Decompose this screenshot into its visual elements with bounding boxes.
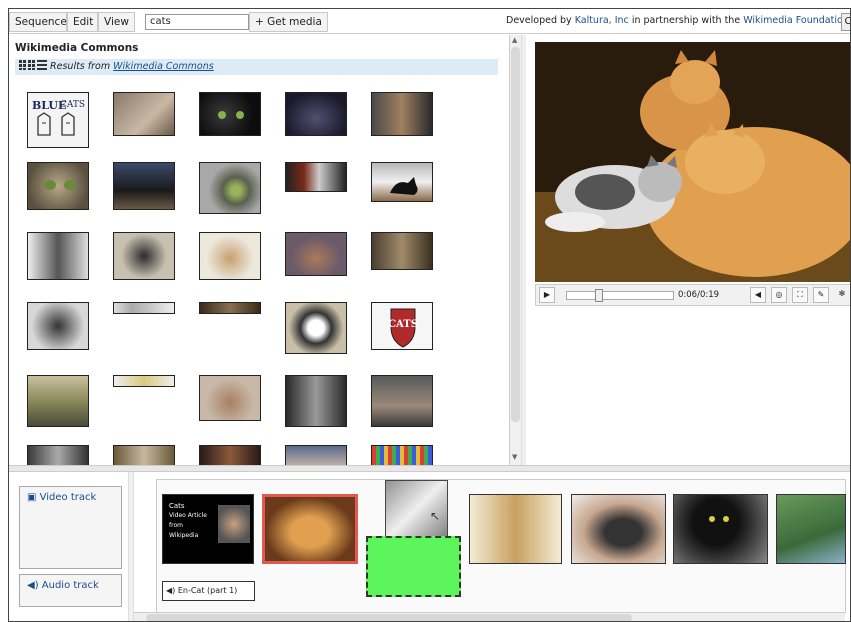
sequencer-window: Sequence Edit View cats + Get media Deve… xyxy=(8,8,851,622)
volume-icon[interactable]: ◀ xyxy=(750,287,766,303)
thumbnail-cat-12[interactable] xyxy=(199,232,261,280)
scroll-up-icon[interactable]: ▲ xyxy=(512,36,517,44)
thumbnail-cat-19[interactable] xyxy=(27,375,89,427)
audio-clip-label: En-Cat (part 1) xyxy=(177,586,238,595)
timeline-scroll-thumb[interactable] xyxy=(146,614,632,621)
fullscreen-icon[interactable]: ⛶ xyxy=(792,287,808,303)
settings-wrench-icon[interactable]: ✎ xyxy=(813,287,829,303)
thumbnail-cat-8[interactable] xyxy=(285,162,347,192)
player-controls: ▶ 0:06/0:19 ◀ ◎ ⛶ ✎ ✻ xyxy=(535,284,850,306)
track-divider[interactable] xyxy=(128,472,134,621)
video-track-icon: ▣ xyxy=(27,492,37,503)
thumbnail-cat-17[interactable] xyxy=(199,302,261,314)
thumbnail-cat-23[interactable] xyxy=(371,375,433,427)
thumbnail-cat-5[interactable] xyxy=(27,162,89,210)
clip-cat-drawing[interactable] xyxy=(469,494,562,564)
vertical-splitter[interactable] xyxy=(521,35,526,465)
title-card-line-3: Wikipedia xyxy=(169,532,199,539)
clip-title-card[interactable]: Cats Video Article from Wikipedia xyxy=(162,494,254,564)
thumbnail-cat-21[interactable] xyxy=(199,375,261,421)
edit-menu[interactable]: Edit xyxy=(67,12,98,32)
thumbnail-cats-logo[interactable]: CATS xyxy=(371,302,433,350)
horizontal-splitter[interactable] xyxy=(9,465,850,472)
svg-text:CATS: CATS xyxy=(60,100,85,110)
subtitles-icon[interactable]: ◎ xyxy=(771,287,787,303)
thumbnail-cat-6[interactable] xyxy=(113,162,175,210)
thumbnail-cat-1[interactable] xyxy=(113,92,175,136)
seek-handle[interactable] xyxy=(595,289,603,302)
thumbnail-cat-27[interactable] xyxy=(285,445,347,465)
scroll-down-icon[interactable]: ▼ xyxy=(512,453,517,461)
svg-text:CATS: CATS xyxy=(388,319,418,330)
thumbnail-cat-10[interactable] xyxy=(27,232,89,280)
thumbnail-cat-13[interactable] xyxy=(285,232,347,276)
thumbnail-cat-20[interactable] xyxy=(113,375,175,387)
audio-track-label[interactable]: ◀) Audio track xyxy=(19,574,122,607)
audio-track-text: Audio track xyxy=(41,580,99,591)
credit-prefix: Developed by xyxy=(506,15,572,26)
top-toolbar: Sequence Edit View cats + Get media Deve… xyxy=(9,9,850,34)
time-display: 0:06/0:19 xyxy=(678,290,720,300)
title-card-text: Cats Video Article from Wikipedia xyxy=(169,501,219,541)
get-media-button[interactable]: + Get media xyxy=(249,12,328,32)
library-scroll-thumb[interactable] xyxy=(511,47,520,422)
thumbnail-cat-25[interactable] xyxy=(113,445,175,465)
clip-black-cat[interactable] xyxy=(673,494,768,564)
play-button[interactable]: ▶ xyxy=(539,287,555,303)
options-icon[interactable]: ✻ xyxy=(834,287,850,303)
title-card-line-1: Cats xyxy=(169,502,185,510)
title-card-line-2: Video Article from xyxy=(169,512,207,529)
developer-credit: Developed by Kaltura, Inc in partnership… xyxy=(506,15,849,26)
thumbnail-cat-18[interactable] xyxy=(285,302,347,354)
results-bar: Results from Wikimedia Commons xyxy=(15,59,498,75)
kaltura-link[interactable]: Kaltura, Inc xyxy=(575,15,629,26)
thumbnail-cat-4[interactable] xyxy=(371,92,433,136)
video-track-label[interactable]: ▣ Video track xyxy=(19,486,122,569)
clip-garden[interactable] xyxy=(776,494,846,564)
sequence-menu[interactable]: Sequence xyxy=(9,12,67,32)
media-search-input[interactable]: cats xyxy=(145,14,249,30)
thumbnail-cat-7[interactable] xyxy=(199,162,261,214)
results-prefix: Results from xyxy=(50,61,111,72)
thumbnail-cat-16[interactable] xyxy=(113,302,175,314)
clip-selected-kittens[interactable] xyxy=(262,494,358,564)
title-card-cat-image xyxy=(218,505,250,543)
audio-track-icon: ◀) xyxy=(27,580,39,591)
video-frame xyxy=(535,42,850,282)
seek-bar[interactable] xyxy=(566,289,674,302)
thumbnail-blue-cats[interactable]: BLUE CATS xyxy=(27,92,89,148)
video-player[interactable] xyxy=(535,42,850,282)
view-menu[interactable]: View xyxy=(98,12,135,32)
audio-clip[interactable]: ◀) En-Cat (part 1) xyxy=(162,581,255,601)
thumbnail-cat-9[interactable] xyxy=(371,162,433,202)
layout-toggle-icon[interactable] xyxy=(19,60,47,70)
clip-kitten-hand[interactable] xyxy=(571,494,666,564)
thumbnail-cat-28[interactable] xyxy=(371,445,433,465)
thumbnail-cat-26[interactable] xyxy=(199,445,261,465)
drop-target[interactable] xyxy=(366,536,461,597)
thumbnail-cat-22[interactable] xyxy=(285,375,347,427)
thumbnail-cat-3[interactable] xyxy=(285,92,347,136)
drag-cursor-icon: ↖ xyxy=(430,509,441,523)
timeline-scrollbar[interactable] xyxy=(134,612,845,621)
thumbnail-cat-11[interactable] xyxy=(113,232,175,280)
clip-dragging[interactable]: ↖ xyxy=(385,480,448,537)
thumbnail-cat-15[interactable] xyxy=(27,302,89,350)
audio-clip-icon: ◀) xyxy=(166,586,176,595)
thumbnail-cat-2[interactable] xyxy=(199,92,261,136)
credit-middle: in partnership with the xyxy=(631,15,741,26)
corner-button[interactable]: C xyxy=(841,13,850,31)
library-scrollbar[interactable]: ▲ ▼ xyxy=(509,35,521,465)
thumbnail-cat-24[interactable] xyxy=(27,445,89,465)
wikimedia-foundation-link[interactable]: Wikimedia Foundation xyxy=(743,15,849,26)
video-track-text: Video track xyxy=(39,492,97,503)
results-source-link[interactable]: Wikimedia Commons xyxy=(113,61,214,72)
library-title: Wikimedia Commons xyxy=(15,42,139,54)
media-library-panel: Wikimedia Commons Results from Wikimedia… xyxy=(9,35,514,465)
thumbnail-cat-14[interactable] xyxy=(371,232,433,270)
